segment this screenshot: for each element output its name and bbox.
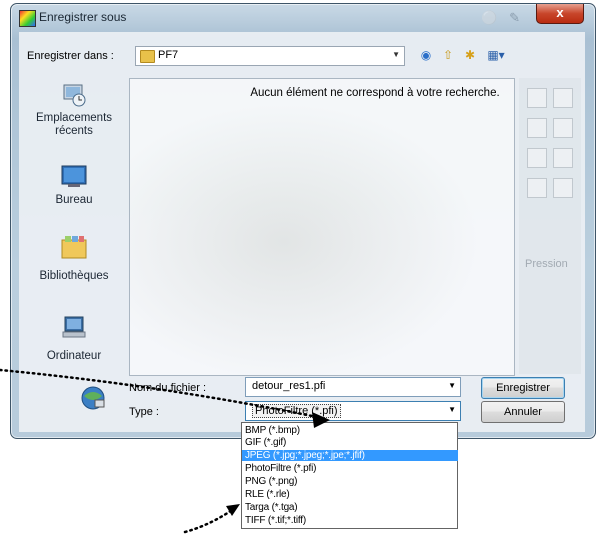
place-label: récents [55, 125, 93, 137]
libraries-icon [61, 236, 87, 259]
place-computer[interactable]: Ordinateur [23, 314, 125, 370]
title-bar[interactable]: Enregistrer sous ⚪✎ x [11, 4, 595, 30]
save-button[interactable]: Enregistrer [481, 377, 565, 399]
filename-label: Nom du fichier : [129, 382, 207, 394]
type-dropdown-list: BMP (*.bmp) GIF (*.gif) JPEG (*.jpg;*.jp… [241, 422, 458, 529]
empty-message: Aucun élément ne correspond à votre rech… [250, 87, 500, 99]
place-label: Emplacements [35, 112, 113, 124]
annotation-arrowhead [226, 504, 240, 516]
ghost-button [527, 178, 547, 198]
save-as-dialog: Enregistrer sous ⚪✎ x Enregistrer dans :… [10, 3, 596, 439]
place-label: Bibliothèques [39, 270, 109, 282]
type-option[interactable]: PhotoFiltre (*.pfi) [242, 463, 458, 474]
type-label: Type : [129, 406, 159, 418]
view-menu-icon[interactable]: ▦▾ [483, 46, 509, 64]
place-libraries[interactable]: Bibliothèques [23, 234, 125, 290]
type-select[interactable]: PhotoFiltre (*.pfi) ▼ [245, 401, 461, 421]
ghost-button [527, 148, 547, 168]
save-in-value: PF7 [158, 49, 179, 61]
ghost-button [553, 88, 573, 108]
type-value: PhotoFiltre (*.pfi) [252, 404, 341, 418]
chevron-down-icon[interactable]: ▼ [448, 381, 456, 390]
ghost-button [527, 118, 547, 138]
dialog-title: Enregistrer sous [39, 10, 127, 24]
place-recent[interactable]: Emplacements récents [23, 82, 125, 152]
recent-places-icon [63, 84, 86, 107]
up-folder-icon[interactable]: ⇧ [439, 46, 457, 64]
places-bar: Emplacements récents Bureau Bibliothèque… [23, 78, 125, 374]
computer-icon [62, 316, 86, 338]
filename-input[interactable]: detour_res1.pfi ▼ [245, 377, 461, 397]
ghost-button [553, 178, 573, 198]
ghost-button [527, 88, 547, 108]
dialog-body: Enregistrer dans : PF7 ▼ ◉ ⇧ ✱ ▦▾ Emplac… [19, 32, 585, 432]
folder-icon [140, 50, 155, 63]
file-list[interactable]: Aucun élément ne correspond à votre rech… [129, 78, 515, 376]
place-desktop[interactable]: Bureau [23, 164, 125, 214]
save-in-label: Enregistrer dans : [27, 50, 114, 62]
close-button[interactable]: x [536, 4, 584, 24]
annotation-arrow-line [183, 508, 234, 534]
type-option[interactable]: PNG (*.png) [242, 476, 458, 487]
background-window-icons: ⚪✎ [481, 10, 533, 25]
type-option[interactable]: Targa (*.tga) [242, 502, 458, 513]
chevron-down-icon[interactable]: ▼ [392, 50, 400, 59]
type-option-highlighted[interactable]: JPEG (*.jpg;*.jpeg;*.jpe;*.jfif) [242, 450, 458, 461]
ghost-label: Pression [525, 258, 568, 270]
type-option[interactable]: RLE (*.rle) [242, 489, 458, 500]
chevron-down-icon[interactable]: ▼ [448, 405, 456, 414]
back-icon[interactable]: ◉ [417, 46, 435, 64]
save-in-select[interactable]: PF7 ▼ [135, 46, 405, 66]
cancel-button[interactable]: Annuler [481, 401, 565, 423]
type-option[interactable]: GIF (*.gif) [242, 437, 458, 448]
type-option[interactable]: TIFF (*.tif;*.tiff) [242, 515, 458, 526]
ghost-button [553, 118, 573, 138]
app-icon [19, 10, 36, 27]
desktop-icon [61, 165, 87, 187]
ghost-button [553, 148, 573, 168]
place-label: Bureau [55, 194, 93, 206]
filename-value: detour_res1.pfi [252, 380, 326, 392]
type-option[interactable]: BMP (*.bmp) [242, 425, 458, 436]
network-icon[interactable] [79, 384, 107, 412]
place-label: Ordinateur [46, 350, 102, 362]
new-folder-icon[interactable]: ✱ [461, 46, 479, 64]
background-tool-panel: Pression [519, 78, 581, 374]
